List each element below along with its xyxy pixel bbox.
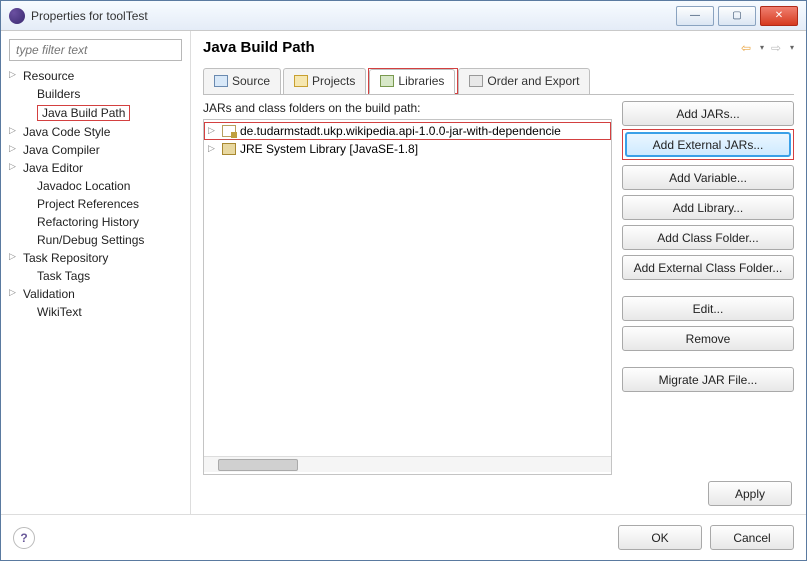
jar-icon: [222, 125, 236, 137]
tree-item-project-references[interactable]: Project References: [9, 195, 182, 213]
list-item-label: JRE System Library [JavaSE-1.8]: [240, 142, 418, 156]
tree-item-java-build-path[interactable]: Java Build Path: [9, 103, 182, 123]
list-caption: JARs and class folders on the build path…: [203, 101, 612, 115]
selected-marker: Java Build Path: [37, 105, 130, 121]
list-item-label: de.tudarmstadt.ukp.wikipedia.api-1.0.0-j…: [240, 124, 561, 138]
properties-dialog: Properties for toolTest — ▢ ✕ Resource B…: [0, 0, 807, 561]
source-icon: [214, 75, 228, 87]
tab-bar: Source Projects Libraries Order and Expo…: [203, 68, 794, 95]
sidebar: Resource Builders Java Build Path Java C…: [1, 31, 191, 514]
scrollbar-thumb[interactable]: [218, 459, 298, 471]
tree-item-java-code-style[interactable]: Java Code Style: [9, 123, 182, 141]
main-panel: Java Build Path ⇦ ▾ ⇨ ▾ Source Projects Li…: [191, 31, 806, 514]
library-icon: [222, 143, 236, 155]
projects-icon: [294, 75, 308, 87]
add-variable-button[interactable]: Add Variable...: [622, 165, 794, 190]
maximize-button[interactable]: ▢: [718, 6, 756, 26]
tree-item-task-tags[interactable]: Task Tags: [9, 267, 182, 285]
tab-label: Order and Export: [487, 74, 579, 88]
tree-item-builders[interactable]: Builders: [9, 85, 182, 103]
list-item-jar[interactable]: de.tudarmstadt.ukp.wikipedia.api-1.0.0-j…: [204, 122, 611, 140]
tree-item-validation[interactable]: Validation: [9, 285, 182, 303]
tree-item-resource[interactable]: Resource: [9, 67, 182, 85]
tab-label: Source: [232, 74, 270, 88]
highlight-marker: Add External JARs...: [622, 129, 794, 160]
cancel-button[interactable]: Cancel: [710, 525, 794, 550]
add-jars-button[interactable]: Add JARs...: [622, 101, 794, 126]
tree-item-java-compiler[interactable]: Java Compiler: [9, 141, 182, 159]
minimize-button[interactable]: —: [676, 6, 714, 26]
add-external-jars-button[interactable]: Add External JARs...: [625, 132, 791, 157]
back-dropdown-icon[interactable]: ▾: [760, 43, 764, 52]
titlebar[interactable]: Properties for toolTest — ▢ ✕: [1, 1, 806, 31]
ok-button[interactable]: OK: [618, 525, 702, 550]
app-icon: [9, 8, 25, 24]
help-icon[interactable]: ?: [13, 527, 35, 549]
spacer: [622, 356, 794, 362]
classpath-list[interactable]: de.tudarmstadt.ukp.wikipedia.api-1.0.0-j…: [203, 119, 612, 475]
libraries-icon: [380, 75, 394, 87]
category-tree: Resource Builders Java Build Path Java C…: [9, 67, 182, 321]
forward-icon[interactable]: ⇨: [768, 40, 784, 56]
tree-item-refactoring-history[interactable]: Refactoring History: [9, 213, 182, 231]
close-button[interactable]: ✕: [760, 6, 798, 26]
forward-dropdown-icon[interactable]: ▾: [790, 43, 794, 52]
tab-source[interactable]: Source: [203, 68, 281, 94]
dialog-button-bar: ? OK Cancel: [1, 514, 806, 560]
button-column: Add JARs... Add External JARs... Add Var…: [622, 101, 794, 475]
back-icon[interactable]: ⇦: [738, 40, 754, 56]
page-title: Java Build Path: [203, 39, 738, 56]
tab-projects[interactable]: Projects: [283, 68, 366, 94]
tab-order-export[interactable]: Order and Export: [458, 68, 590, 94]
apply-button[interactable]: Apply: [708, 481, 792, 506]
tree-item-java-editor[interactable]: Java Editor: [9, 159, 182, 177]
list-item-jre[interactable]: JRE System Library [JavaSE-1.8]: [204, 140, 611, 158]
edit-button[interactable]: Edit...: [622, 296, 794, 321]
tab-libraries[interactable]: Libraries: [369, 69, 455, 94]
highlight-marker: Libraries: [368, 68, 458, 94]
tree-item-javadoc-location[interactable]: Javadoc Location: [9, 177, 182, 195]
tab-label: Libraries: [398, 74, 444, 88]
horizontal-scrollbar[interactable]: [204, 456, 611, 472]
remove-button[interactable]: Remove: [622, 326, 794, 351]
tree-item-run-debug-settings[interactable]: Run/Debug Settings: [9, 231, 182, 249]
migrate-jar-button[interactable]: Migrate JAR File...: [622, 367, 794, 392]
tab-label: Projects: [312, 74, 355, 88]
add-external-class-folder-button[interactable]: Add External Class Folder...: [622, 255, 794, 280]
order-icon: [469, 75, 483, 87]
tree-item-wikitext[interactable]: WikiText: [9, 303, 182, 321]
spacer: [622, 285, 794, 291]
add-library-button[interactable]: Add Library...: [622, 195, 794, 220]
filter-input[interactable]: [9, 39, 182, 61]
add-class-folder-button[interactable]: Add Class Folder...: [622, 225, 794, 250]
tree-item-task-repository[interactable]: Task Repository: [9, 249, 182, 267]
window-title: Properties for toolTest: [31, 9, 672, 23]
